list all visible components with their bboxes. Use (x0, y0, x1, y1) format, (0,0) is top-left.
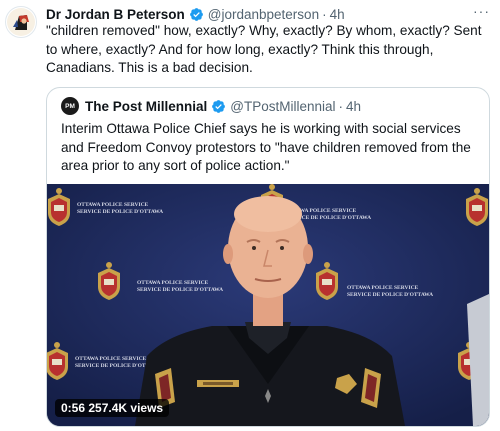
svg-text:SERVICE DE POLICE D'OTTAWA: SERVICE DE POLICE D'OTTAWA (137, 287, 223, 293)
quoted-author-handle[interactable]: @TPostMillennial (230, 99, 335, 114)
quoted-tweet-text: Interim Ottawa Police Chief says he is w… (61, 121, 471, 173)
more-options-icon[interactable]: ··· (473, 3, 490, 19)
verified-badge-icon (189, 7, 203, 21)
video-frame: OTTAWA POLICE SERVICE SERVICE DE POLICE … (47, 184, 489, 426)
svg-text:SERVICE DE POLICE D'OTTAWA: SERVICE DE POLICE D'OTTAWA (77, 209, 163, 215)
quoted-author-name[interactable]: The Post Millennial (85, 99, 207, 114)
quoted-tweet-header: PM The Post Millennial @TPostMillennial … (61, 97, 479, 115)
separator-dot: · (322, 6, 327, 22)
author-handle[interactable]: @jordanbpeterson (208, 7, 319, 22)
svg-text:OTTAWA POLICE SERVICE: OTTAWA POLICE SERVICE (75, 356, 147, 362)
author-name[interactable]: Dr Jordan B Peterson (46, 7, 185, 22)
separator-dot: · (338, 98, 344, 114)
tweet-header: Dr Jordan B Peterson @jordanbpeterson · … (46, 3, 490, 23)
author-avatar[interactable] (5, 6, 37, 38)
video-stats-badge: 0:56 257.4K views (55, 399, 170, 417)
quoted-author-avatar[interactable]: PM (61, 97, 79, 115)
verified-badge-icon (212, 99, 226, 113)
video-views: 257.4K views (88, 401, 164, 415)
video-player[interactable]: OTTAWA POLICE SERVICE SERVICE DE POLICE … (47, 184, 489, 426)
svg-text:OTTAWA POLICE SERVICE: OTTAWA POLICE SERVICE (77, 202, 149, 208)
svg-text:SERVICE DE POLICE D'OTTAWA: SERVICE DE POLICE D'OTTAWA (347, 292, 433, 298)
quoted-tweet-timestamp[interactable]: 4h (346, 99, 361, 114)
svg-text:OTTAWA POLICE SERVICE: OTTAWA POLICE SERVICE (137, 280, 209, 286)
tweet-text: "children removed" how, exactly? Why, ex… (46, 23, 482, 75)
tweet-timestamp[interactable]: 4h (330, 7, 345, 22)
quoted-tweet[interactable]: PM The Post Millennial @TPostMillennial … (46, 87, 490, 427)
svg-text:OTTAWA POLICE SERVICE: OTTAWA POLICE SERVICE (347, 285, 419, 291)
video-duration: 0:56 (61, 401, 86, 415)
